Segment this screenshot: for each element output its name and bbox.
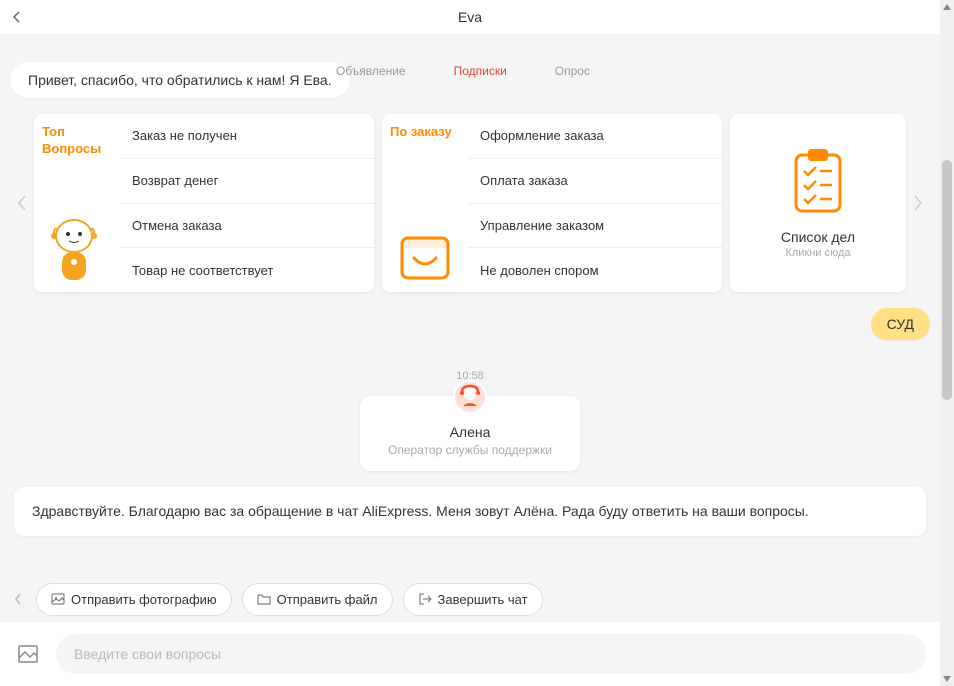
operator-avatar [453,380,487,414]
end-chat-label: Завершить чат [438,592,528,607]
exit-icon [418,592,432,606]
bot-message: Привет, спасибо, что обратились к нам! Я… [10,62,350,98]
carousel-next[interactable] [906,195,930,211]
image-icon [17,643,39,665]
caret-down-icon [943,676,951,682]
chevron-right-icon [913,195,923,211]
message-row: СУД [10,308,930,340]
tab-announcement[interactable]: Объявление [332,64,410,68]
q-checkout[interactable]: Оформление заказа [468,114,722,159]
photo-icon [51,592,65,606]
q-refund[interactable]: Возврат денег [120,159,374,204]
send-photo-label: Отправить фотографию [71,592,217,607]
back-button[interactable] [0,0,34,34]
q-dispute[interactable]: Не доволен спором [468,248,722,292]
card-side-title: Топ Вопросы [42,124,112,158]
header: Eva [0,0,940,34]
tab-survey[interactable]: Опрос [551,64,594,68]
cards-row: Топ Вопросы [34,114,906,292]
scrollbar-thumb[interactable] [942,160,952,400]
send-file-label: Отправить файл [277,592,378,607]
q-cancel-order[interactable]: Отмена заказа [120,204,374,249]
card-top-questions: Топ Вопросы [34,114,374,292]
scrollbar[interactable] [940,0,954,686]
header-title: Eva [34,9,906,25]
clipboard-icon [788,147,848,217]
carousel-prev[interactable] [10,195,34,211]
send-photo-button[interactable]: Отправить фотографию [36,583,232,616]
q-manage-order[interactable]: Управление заказом [468,204,722,249]
tab-subscriptions[interactable]: Подписки [450,64,511,68]
input-bar [0,622,940,686]
card-side: По заказу [382,114,468,292]
q-payment[interactable]: Оплата заказа [468,159,722,204]
chevron-left-icon [17,195,27,211]
card-by-order: По заказу Оформление заказа Оплата заказ… [382,114,722,292]
chat-body: Объявление Подписки Опрос Привет, спасиб… [0,34,940,576]
operator-subtitle: Оператор службы поддержки [370,443,570,457]
avatar-icon [457,384,483,410]
todo-subtitle: Кликни сюда [785,247,850,259]
operator-name: Алена [370,424,570,440]
robot-icon [44,216,104,286]
card-side-title: По заказу [390,124,460,141]
user-message: СУД [871,308,930,340]
scroll-up-button[interactable] [940,0,954,14]
q-order-not-received[interactable]: Заказ не получен [120,114,374,159]
card-side: Топ Вопросы [34,114,120,292]
tabs-inner: Объявление Подписки Опрос [332,64,594,68]
chevron-left-icon [14,593,22,605]
image-button[interactable] [14,640,42,668]
folder-icon [257,592,271,606]
end-chat-button[interactable]: Завершить чат [403,583,543,616]
q-item-mismatch[interactable]: Товар не соответствует [120,248,374,292]
operator-message: Здравствуйте. Благодарю вас за обращение… [14,487,926,536]
todo-title: Список дел [781,229,855,245]
bag-icon [398,228,452,282]
chat-app: Eva Объявление Подписки Опрос Привет, сп… [0,0,954,686]
caret-up-icon [943,4,951,10]
card-todo[interactable]: Список дел Кликни сюда [730,114,906,292]
cards-carousel: Топ Вопросы [10,114,930,292]
question-list: Оформление заказа Оплата заказа Управлен… [468,114,722,292]
question-list: Заказ не получен Возврат денег Отмена за… [120,114,374,292]
chevron-left-icon [11,11,23,23]
operator-card: Алена Оператор службы поддержки [360,396,580,471]
send-file-button[interactable]: Отправить файл [242,583,393,616]
scroll-down-button[interactable] [940,672,954,686]
action-row: Отправить фотографию Отправить файл Заве… [0,576,940,622]
message-input[interactable] [56,634,926,674]
actions-prev[interactable] [10,593,26,605]
